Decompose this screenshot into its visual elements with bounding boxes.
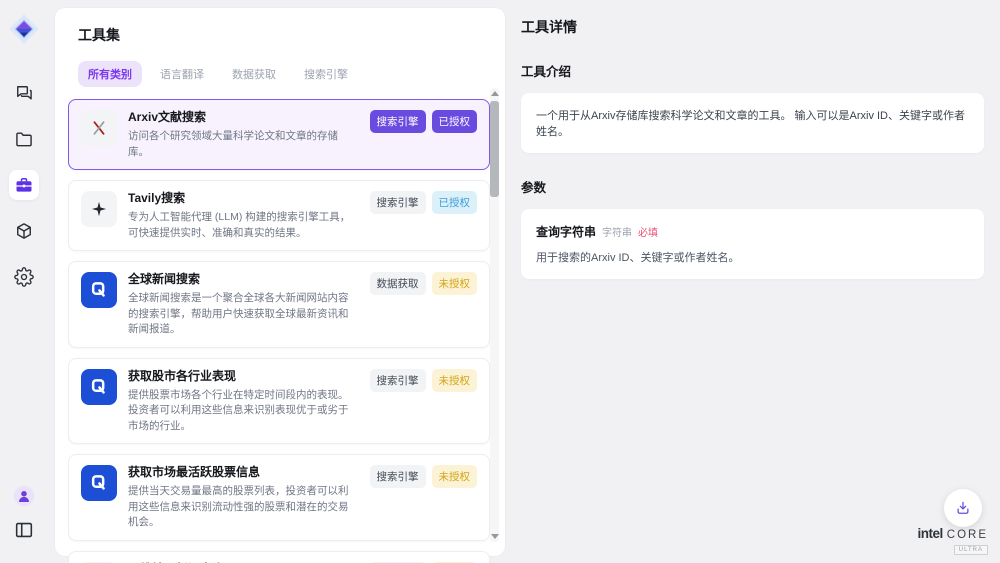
params-heading: 参数	[521, 177, 984, 196]
param-type: 字符串	[602, 224, 632, 239]
sparkle-icon	[81, 191, 117, 227]
folder-icon	[14, 129, 34, 149]
download-icon	[954, 499, 972, 517]
tool-title: 全球新闻搜索	[128, 272, 359, 287]
category-badge: 数据获取	[370, 272, 426, 295]
details-panel: 工具详情 工具介绍 一个用于从Arxiv存储库搜索科学论文和文章的工具。 输入可…	[505, 0, 1000, 563]
sidebar-item-profile[interactable]	[11, 483, 37, 509]
auth-status-badge: 未授权	[432, 369, 478, 392]
tool-title: Arxiv文献搜索	[128, 110, 359, 125]
tab-all-categories[interactable]: 所有类别	[78, 61, 142, 87]
tool-card[interactable]: 获取股市各行业表现 提供股票市场各个行业在特定时间段内的表现。投资者可以利用这些…	[68, 358, 490, 445]
sidebar-bottom	[11, 483, 37, 543]
ultra-badge: ultra	[954, 545, 988, 555]
category-badge: 搜索引擎	[370, 369, 426, 392]
auth-status-badge: 未授权	[432, 272, 478, 295]
tool-title: 获取市场最活跃股票信息	[128, 465, 359, 480]
tool-card[interactable]: 全球新闻搜索 全球新闻搜索是一个聚合全球各大新闻网站内容的搜索引擎，帮助用户快速…	[68, 261, 490, 348]
tool-card[interactable]: 万维地区新闻查询 查询具体行政区划内的新闻，快速了解各地新闻动 搜索引擎 未授权	[68, 551, 490, 563]
category-badge: 搜索引擎	[370, 191, 426, 214]
tools-panel: 工具集 所有类别语言翻译数据获取搜索引擎 Arxiv文献搜索 访问各个研究领域大…	[55, 8, 505, 556]
category-tabs: 所有类别语言翻译数据获取搜索引擎	[78, 61, 505, 87]
tool-description: 提供股票市场各个行业在特定时间段内的表现。投资者可以利用这些信息来识别表现优于或…	[128, 388, 359, 435]
app-window: 工具集 所有类别语言翻译数据获取搜索引擎 Arxiv文献搜索 访问各个研究领域大…	[0, 0, 1000, 563]
tool-description: 专为人工智能代理 (LLM) 构建的搜索引擎工具，可快速提供实时、准确和真实的结…	[128, 210, 359, 241]
tool-title: 获取股市各行业表现	[128, 369, 359, 384]
cube-icon	[14, 221, 34, 241]
page-title: 工具集	[78, 25, 505, 45]
tab-translation[interactable]: 语言翻译	[150, 61, 214, 87]
param-head: 查询字符串 字符串 必填	[536, 223, 969, 240]
tab-search-engine[interactable]: 搜索引擎	[294, 61, 358, 87]
sidebar-item-files[interactable]	[9, 124, 39, 154]
details-title: 工具详情	[521, 17, 984, 37]
intro-card: 一个用于从Arxiv存储库搜索科学论文和文章的工具。 输入可以是Arxiv ID…	[521, 93, 984, 153]
intel-wordmark: intel	[918, 526, 943, 541]
user-avatar-icon	[13, 485, 35, 507]
auth-status-badge: 未授权	[432, 465, 478, 488]
intro-heading: 工具介绍	[521, 61, 984, 80]
arxiv-icon	[81, 110, 117, 146]
sidebar-item-tools[interactable]	[9, 170, 39, 200]
intel-core-logo: intel core ultra	[918, 526, 989, 555]
param-description: 用于搜索的Arxiv ID、关键字或作者姓名。	[536, 249, 969, 265]
core-wordmark: core	[947, 529, 988, 541]
blue-q-icon	[81, 272, 117, 308]
param-name: 查询字符串	[536, 223, 596, 240]
tool-description: 全球新闻搜索是一个聚合全球各大新闻网站内容的搜索引擎，帮助用户快速获取全球最新资…	[128, 291, 359, 338]
tool-card-list: Arxiv文献搜索 访问各个研究领域大量科学论文和文章的存储库。 搜索引擎 已授…	[68, 99, 490, 563]
category-badge: 搜索引擎	[370, 110, 426, 133]
blue-q-icon	[81, 465, 117, 501]
scrollbar[interactable]	[490, 88, 499, 542]
tool-description: 提供当天交易量最高的股票列表，投资者可以利用这些信息来识别流动性强的股票和潜在的…	[128, 484, 359, 531]
sidebar-item-chat[interactable]	[9, 78, 39, 108]
toolbox-icon	[14, 175, 34, 195]
auth-status-badge: 已授权	[432, 110, 478, 133]
intro-text: 一个用于从Arxiv存储库搜索科学论文和文章的工具。 输入可以是Arxiv ID…	[536, 107, 969, 139]
sidebar-nav	[9, 78, 39, 292]
scrollbar-thumb[interactable]	[490, 101, 499, 197]
chat-icon	[14, 83, 34, 103]
sidebar	[0, 0, 48, 563]
tab-data-acquisition[interactable]: 数据获取	[222, 61, 286, 87]
sidebar-item-models[interactable]	[9, 216, 39, 246]
blue-q-icon	[81, 369, 117, 405]
param-required-badge: 必填	[638, 224, 658, 239]
param-card: 查询字符串 字符串 必填 用于搜索的Arxiv ID、关键字或作者姓名。	[521, 209, 984, 279]
tool-card[interactable]: 获取市场最活跃股票信息 提供当天交易量最高的股票列表，投资者可以利用这些信息来识…	[68, 454, 490, 541]
sidebar-item-collapse[interactable]	[11, 517, 37, 543]
tool-title: Tavily搜索	[128, 191, 359, 206]
sidebar-item-settings[interactable]	[9, 262, 39, 292]
tool-card[interactable]: Arxiv文献搜索 访问各个研究领域大量科学论文和文章的存储库。 搜索引擎 已授…	[68, 99, 490, 170]
download-button[interactable]	[944, 489, 982, 527]
category-badge: 搜索引擎	[370, 465, 426, 488]
panel-toggle-icon	[13, 519, 35, 541]
gear-icon	[14, 267, 34, 287]
tool-card[interactable]: Tavily搜索 专为人工智能代理 (LLM) 构建的搜索引擎工具，可快速提供实…	[68, 180, 490, 251]
auth-status-badge: 已授权	[432, 191, 478, 214]
app-logo-icon	[7, 12, 41, 46]
scroll-up-icon[interactable]	[491, 91, 499, 96]
scroll-down-icon[interactable]	[491, 534, 499, 539]
tool-description: 访问各个研究领域大量科学论文和文章的存储库。	[128, 129, 359, 160]
